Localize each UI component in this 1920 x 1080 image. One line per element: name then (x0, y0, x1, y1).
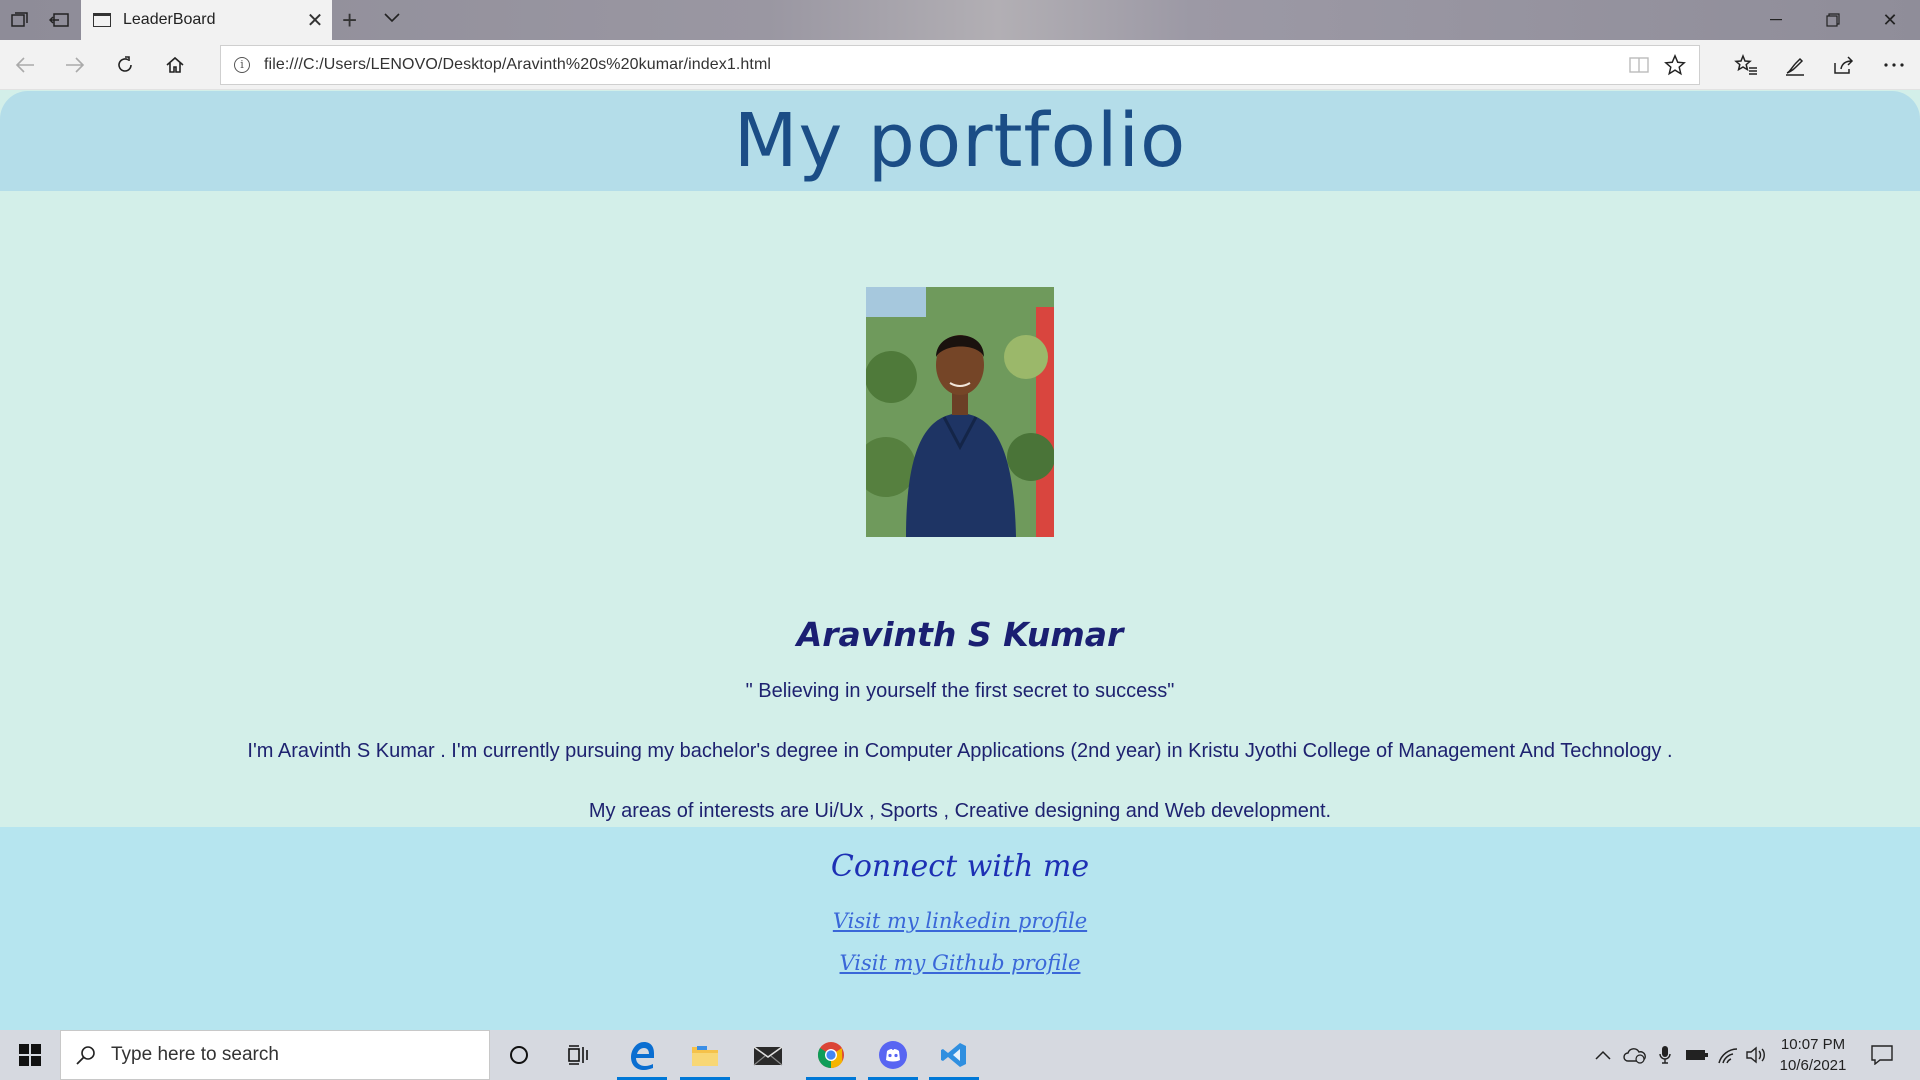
favorite-star-icon[interactable] (1663, 53, 1687, 77)
connect-section: Connect with me Visit my linkedin profil… (0, 827, 1920, 1030)
more-icon[interactable] (1881, 52, 1907, 78)
favorites-list-icon[interactable] (1733, 52, 1759, 78)
person-name: Aravinth S Kumar (796, 615, 1124, 654)
linkedin-link[interactable]: Visit my linkedin profile (833, 909, 1087, 933)
taskbar-clock[interactable]: 10:07 PM 10/6/2021 (1770, 1034, 1856, 1076)
tab-preview-chevron-icon[interactable] (384, 10, 400, 28)
url-text[interactable]: file:///C:/Users/LENOVO/Desktop/Aravinth… (264, 56, 1627, 74)
taskbar-search-box[interactable]: Type here to search (60, 1030, 490, 1080)
tab-title: LeaderBoard (123, 11, 216, 28)
add-notes-icon[interactable] (1782, 52, 1808, 78)
page-title: My portfolio (733, 98, 1187, 184)
browser-titlebar: LeaderBoard ✕ + ✕ (0, 0, 1920, 40)
forward-icon[interactable] (62, 52, 88, 78)
battery-icon[interactable] (1682, 1030, 1712, 1080)
cortana-icon[interactable] (490, 1030, 548, 1080)
minimize-icon[interactable] (1753, 6, 1799, 34)
notifications-icon[interactable] (1864, 1030, 1900, 1080)
discord-icon[interactable] (864, 1030, 922, 1080)
wifi-icon[interactable] (1714, 1030, 1742, 1080)
restore-icon[interactable] (1810, 6, 1856, 34)
browser-tab[interactable]: LeaderBoard ✕ (81, 0, 332, 40)
browser-toolbar: i file:///C:/Users/LENOVO/Desktop/Aravin… (0, 40, 1920, 90)
onedrive-icon[interactable] (1620, 1030, 1650, 1080)
home-icon[interactable] (162, 52, 188, 78)
address-bar[interactable]: i file:///C:/Users/LENOVO/Desktop/Aravin… (220, 45, 1700, 85)
interests-text: My areas of interests are Ui/Ux , Sports… (588, 800, 1332, 822)
profile-photo (866, 287, 1054, 537)
clock-time: 10:07 PM (1780, 1036, 1846, 1053)
site-info-icon[interactable]: i (234, 57, 250, 73)
refresh-icon[interactable] (112, 52, 138, 78)
windows-taskbar: Type here to search 10:07 PM 10/6/2021 (0, 1030, 1920, 1080)
start-button[interactable] (0, 1030, 60, 1080)
page-icon (93, 13, 111, 27)
search-placeholder: Type here to search (111, 1044, 279, 1065)
set-tabs-aside-icon[interactable] (48, 9, 70, 31)
back-icon[interactable] (12, 52, 38, 78)
quote-text: " Believing in yourself the first secret… (745, 680, 1175, 702)
tab-close-icon[interactable]: ✕ (298, 8, 332, 33)
task-view-icon[interactable] (550, 1030, 608, 1080)
clock-date: 10/6/2021 (1779, 1057, 1847, 1074)
edge-icon[interactable] (613, 1030, 671, 1080)
search-icon (76, 1046, 95, 1065)
windows-logo-icon (19, 1044, 41, 1066)
connect-heading: Connect with me (830, 849, 1090, 884)
share-icon[interactable] (1831, 52, 1857, 78)
linkedin-link-row: Visit my linkedin profile (0, 909, 1920, 933)
github-link-row: Visit my Github profile (0, 951, 1920, 975)
chrome-icon[interactable] (802, 1030, 860, 1080)
main-content: Aravinth S Kumar " Believing in yourself… (0, 191, 1920, 827)
file-explorer-icon[interactable] (676, 1030, 734, 1080)
vscode-icon[interactable] (925, 1030, 983, 1080)
github-link[interactable]: Visit my Github profile (840, 951, 1081, 975)
microphone-icon[interactable] (1652, 1030, 1678, 1080)
bio-text: I'm Aravinth S Kumar . I'm currently pur… (247, 740, 1673, 762)
page-header: My portfolio (0, 91, 1920, 191)
new-tab-icon[interactable]: + (342, 5, 357, 36)
mail-icon[interactable] (739, 1030, 797, 1080)
tab-actions-icon[interactable] (9, 9, 31, 31)
close-window-icon[interactable]: ✕ (1867, 6, 1913, 34)
show-hidden-icons[interactable] (1590, 1030, 1616, 1080)
volume-icon[interactable] (1742, 1030, 1770, 1080)
reading-view-icon[interactable] (1627, 53, 1651, 77)
